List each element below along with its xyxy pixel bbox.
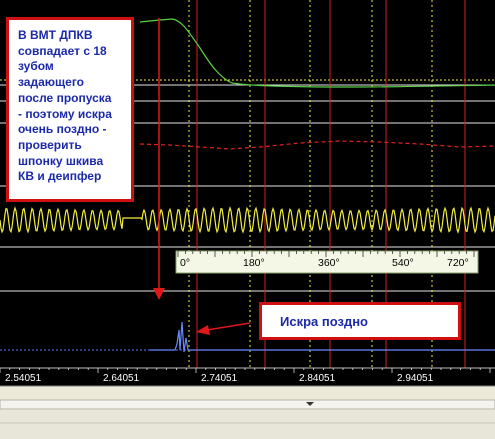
time-tick-label: 2.94051 xyxy=(397,373,434,384)
time-tick-label: 2.74051 xyxy=(201,373,238,384)
status-strip xyxy=(0,411,495,439)
time-tick-label: 2.64051 xyxy=(103,373,140,384)
angle-label: 180° xyxy=(243,257,265,269)
tdc-annotation-text: В ВМТ ДПКВ совпадает с 18 зубом задающег… xyxy=(18,28,112,184)
tdc-annotation-box: В ВМТ ДПКВ совпадает с 18 зубом задающег… xyxy=(6,17,134,202)
angle-label: 720° xyxy=(447,257,469,269)
horizontal-scrollbar[interactable] xyxy=(0,399,495,410)
angle-ruler: 0° 180° 360° 540° 720° xyxy=(175,250,479,274)
angle-label: 0° xyxy=(180,257,190,269)
spark-annotation-box: Искра поздно xyxy=(259,302,461,340)
time-tick-label: 2.84051 xyxy=(299,373,336,384)
spark-annotation-text: Искра поздно xyxy=(280,313,368,329)
angle-label: 540° xyxy=(392,257,414,269)
time-tick-label: 2.54051 xyxy=(5,373,42,384)
angle-label: 360° xyxy=(318,257,340,269)
